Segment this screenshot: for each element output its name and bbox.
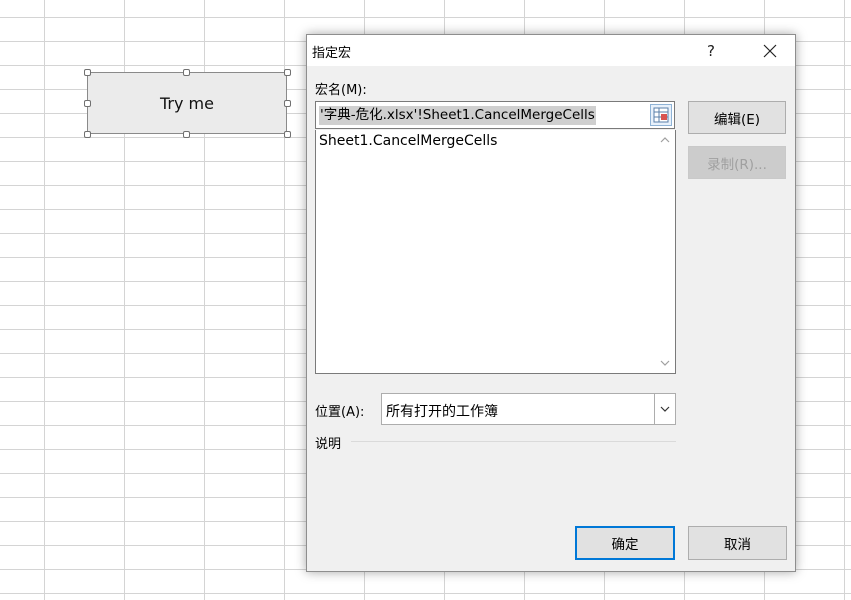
grid-line [844,0,845,600]
scroll-up-button[interactable] [657,132,673,148]
dialog-title: 指定宏 [312,46,352,61]
edit-button[interactable]: 编辑(E) [688,101,786,134]
location-select[interactable]: 所有打开的工作簿 [381,393,676,425]
help-button[interactable]: ? [696,35,726,66]
resize-handle-right[interactable] [284,100,291,107]
scroll-down-button[interactable] [657,355,673,371]
macro-name-label: 宏名(M): [315,83,367,98]
cancel-button[interactable]: 取消 [688,526,787,560]
macro-list[interactable]: Sheet1.CancelMergeCells [315,130,676,374]
resize-handle-bottom-left[interactable] [84,131,91,138]
location-label: 位置(A): [315,405,365,420]
chevron-down-icon [660,406,670,412]
try-me-label: Try me [160,93,214,113]
location-value: 所有打开的工作簿 [386,404,498,420]
location-dropdown-button[interactable] [654,394,675,424]
grid-line [0,17,851,18]
chevron-down-icon [660,360,670,366]
record-button[interactable]: 录制(R)... [688,146,786,179]
dialog-titlebar[interactable]: 指定宏 ? [307,35,795,66]
resize-handle-top-left[interactable] [84,69,91,76]
description-label: 说明 [315,437,342,452]
macro-picker-icon[interactable] [650,104,672,126]
list-item[interactable]: Sheet1.CancelMergeCells [319,133,497,149]
grid-line [44,0,45,600]
resize-handle-bottom-right[interactable] [284,131,291,138]
ok-button[interactable]: 确定 [575,526,675,560]
resize-handle-top-right[interactable] [284,69,291,76]
try-me-form-button[interactable]: Try me [87,72,287,134]
close-icon [763,44,777,57]
grid-picker-icon [653,107,669,123]
description-divider [351,441,676,442]
resize-handle-top[interactable] [183,69,190,76]
close-button[interactable] [747,35,793,66]
resize-handle-left[interactable] [84,100,91,107]
macro-name-input[interactable]: '字典-危化.xlsx'!Sheet1.CancelMergeCells [315,101,675,129]
grid-line [0,593,851,594]
assign-macro-dialog: 指定宏 ? 宏名(M): '字典-危化.xlsx'!Sheet1.CancelM… [306,34,796,572]
resize-handle-bottom[interactable] [183,131,190,138]
chevron-up-icon [660,137,670,143]
help-icon: ? [707,41,715,60]
macro-name-value: '字典-危化.xlsx'!Sheet1.CancelMergeCells [319,106,596,125]
